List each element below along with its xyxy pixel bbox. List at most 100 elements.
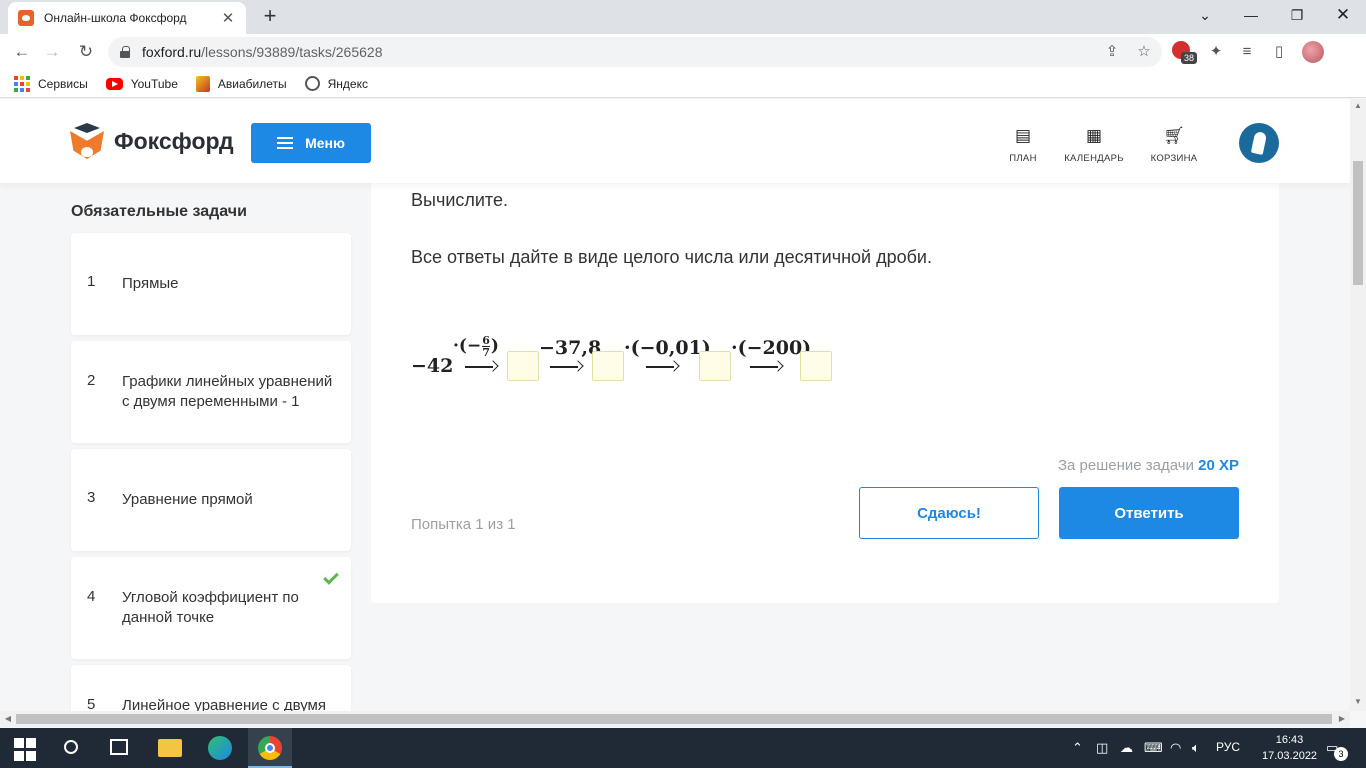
foxford-favicon-icon: [18, 10, 34, 26]
math-arrow-1: [465, 362, 497, 372]
chrome-taskbar-item[interactable]: [248, 728, 292, 768]
browser-tab-bar: Онлайн-школа Фоксфорд ✕ + ⌄ — ❐ ✕: [0, 0, 1366, 34]
xp-label: За решение задачи: [1057, 457, 1194, 474]
bookmark-services[interactable]: Сервисы: [14, 75, 88, 92]
windows-taskbar: ⌃ ◫ ☁ ⌨ ◠ 🔈︎ РУС 16:43 17.03.2022 ▭ 3: [0, 728, 1366, 768]
address-bar[interactable]: foxford.ru/lessons/93889/tasks/265628 ⇪ …: [108, 37, 1162, 67]
bookmark-label: YouTube: [130, 76, 178, 91]
scroll-right-icon[interactable]: ▶: [1334, 714, 1350, 723]
sidebar-task-3[interactable]: 3 Уравнение прямой: [71, 449, 351, 551]
task-prompt: Вычислите.: [411, 190, 508, 210]
bookmark-yandex[interactable]: Яндекс: [304, 76, 368, 91]
math-op1-denominator: 7: [482, 346, 490, 359]
close-tab-icon[interactable]: ✕: [220, 9, 236, 27]
scroll-left-icon[interactable]: ◀: [0, 714, 16, 723]
file-explorer-icon[interactable]: [158, 739, 182, 757]
horizontal-scrollbar[interactable]: ◀ ▶: [0, 711, 1350, 727]
math-op1: ·(− 6 7): [453, 334, 499, 359]
tab-search-icon[interactable]: ⌄: [1182, 0, 1228, 30]
sidebar-task-5[interactable]: 5 Линейное уравнение с двумя: [71, 665, 351, 711]
math-op3: ·(−0,01): [624, 337, 711, 359]
logo-text: Фоксфорд: [114, 127, 234, 154]
sidebar-task-4[interactable]: 4 Угловой коэффициент по данной точке: [71, 557, 351, 659]
edge-icon[interactable]: [208, 736, 232, 760]
restore-icon[interactable]: ❐: [1274, 0, 1320, 30]
site-header: Фоксфорд Меню ▤ ПЛАН ▦ КАЛЕНДАРЬ 🛒︎ КОРЗ…: [0, 99, 1350, 183]
keyboard-icon[interactable]: ⌨: [1144, 740, 1163, 756]
answer-input-1[interactable]: [507, 351, 539, 381]
reload-icon[interactable]: ↻: [74, 40, 98, 64]
menu-label: Меню: [305, 135, 345, 151]
tray-app-icon[interactable]: ◫: [1096, 740, 1108, 756]
completed-check-icon: [323, 569, 339, 585]
close-window-icon[interactable]: ✕: [1320, 0, 1366, 30]
volume-icon[interactable]: 🔈︎: [1192, 740, 1200, 756]
search-icon[interactable]: [64, 740, 78, 754]
math-arrow-3: [646, 362, 678, 372]
nav-cart[interactable]: 🛒︎ КОРЗИНА: [1134, 125, 1214, 164]
apps-grid-icon: [14, 75, 30, 92]
answer-input-2[interactable]: [592, 351, 624, 381]
scroll-down-icon[interactable]: ▼: [1350, 697, 1366, 706]
bookmark-youtube[interactable]: YouTube: [105, 76, 178, 91]
bookmark-label: Яндекс: [327, 76, 368, 91]
lock-icon[interactable]: [120, 46, 130, 58]
horizontal-scroll-thumb[interactable]: [16, 714, 1332, 724]
system-clock[interactable]: 16:43 17.03.2022: [1262, 732, 1317, 764]
user-avatar[interactable]: [1239, 123, 1279, 163]
xp-reward: За решение задачи 20 XP: [1058, 457, 1239, 474]
give-up-button[interactable]: Сдаюсь!: [859, 487, 1039, 539]
page-viewport: Фоксфорд Меню ▤ ПЛАН ▦ КАЛЕНДАРЬ 🛒︎ КОРЗ…: [0, 99, 1350, 711]
media-queue-icon[interactable]: ≡: [1237, 42, 1257, 62]
sidebar-title: Обязательные задачи: [71, 203, 247, 220]
task-number: 3: [87, 489, 96, 506]
task-number: 1: [87, 273, 96, 290]
globe-icon: [304, 76, 320, 91]
nav-calendar-label: КАЛЕНДАРЬ: [1064, 153, 1124, 164]
nav-calendar[interactable]: ▦ КАЛЕНДАРЬ: [1054, 125, 1134, 164]
sidebar-task-2[interactable]: 2 Графики линейных уравнений с двумя пер…: [71, 341, 351, 443]
profile-avatar[interactable]: [1302, 41, 1324, 63]
sidebar-task-1[interactable]: 1 Прямые: [71, 233, 351, 335]
task-label: Уравнение прямой: [122, 491, 253, 508]
extensions-puzzle-icon[interactable]: ✦: [1206, 42, 1226, 62]
math-start-value: −42: [411, 355, 454, 377]
task-instruction: Все ответы дайте в виде целого числа или…: [411, 247, 932, 267]
onedrive-icon[interactable]: ☁: [1120, 740, 1133, 756]
scroll-up-icon[interactable]: ▲: [1350, 101, 1366, 110]
answer-input-3[interactable]: [699, 351, 731, 381]
vertical-scrollbar[interactable]: ▲ ▼: [1350, 99, 1366, 711]
new-tab-icon[interactable]: +: [258, 4, 282, 28]
browser-tab[interactable]: Онлайн-школа Фоксфорд ✕: [8, 2, 246, 34]
wifi-icon[interactable]: ◠: [1170, 740, 1181, 756]
forward-icon[interactable]: →: [40, 40, 64, 64]
bookmark-aviabilety[interactable]: Авиабилеты: [195, 75, 287, 92]
nav-plan[interactable]: ▤ ПЛАН: [983, 125, 1063, 164]
tab-title: Онлайн-школа Фоксфорд: [44, 11, 187, 25]
task-number: 5: [87, 696, 96, 711]
task-view-icon[interactable]: [110, 739, 128, 755]
math-arrow-2: [550, 362, 582, 372]
attempt-counter: Попытка 1 из 1: [411, 516, 516, 533]
menu-button[interactable]: Меню: [251, 123, 371, 163]
vertical-scroll-thumb[interactable]: [1353, 161, 1363, 285]
bookmark-label: Сервисы: [38, 76, 88, 91]
bookmark-star-icon[interactable]: ☆: [1134, 42, 1154, 60]
foxford-logo[interactable]: Фоксфорд: [70, 123, 234, 159]
bookmark-label: Авиабилеты: [217, 76, 287, 91]
xp-value: 20 XP: [1198, 457, 1239, 474]
tray-chevron-icon[interactable]: ⌃: [1072, 740, 1083, 756]
task-number: 2: [87, 372, 96, 389]
windows-start-icon[interactable]: [14, 738, 38, 762]
minimize-icon[interactable]: —: [1228, 0, 1274, 30]
side-panel-icon[interactable]: ▯: [1269, 42, 1289, 62]
answer-input-4[interactable]: [800, 351, 832, 381]
calendar-icon: ▦: [1085, 126, 1103, 145]
back-icon[interactable]: ←: [10, 40, 34, 64]
fox-logo-icon: [70, 123, 104, 159]
language-indicator[interactable]: РУС: [1216, 740, 1240, 754]
share-icon[interactable]: ⇪: [1102, 42, 1122, 60]
submit-answer-button[interactable]: Ответить: [1059, 487, 1239, 539]
math-arrow-4: [750, 362, 782, 372]
plan-icon: ▤: [1014, 126, 1032, 145]
